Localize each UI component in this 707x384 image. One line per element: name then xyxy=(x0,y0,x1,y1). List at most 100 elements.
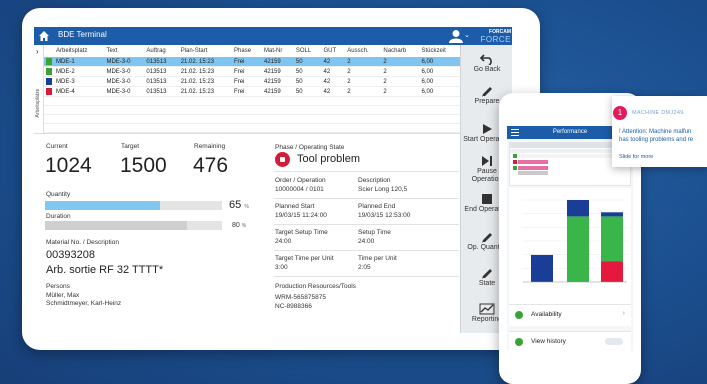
column-header[interactable]: Plan-Start xyxy=(179,45,232,57)
table-cell xyxy=(232,123,263,134)
table-cell xyxy=(104,105,145,116)
table-row[interactable]: MDE-1 MDE-3-0 013513 21.02. 15:23 Frei 42159 5… xyxy=(44,57,460,68)
setup-time-value: 24:00 xyxy=(358,238,375,245)
column-header[interactable]: GUT xyxy=(321,45,345,57)
time-per-unit-label: Time per Unit xyxy=(358,255,397,262)
notification-message: ! Attention: Machine malfun has tooling … xyxy=(619,129,694,143)
title-bar: BDE Terminal ⌄ FORCAM FORCE xyxy=(34,27,512,45)
table-cell xyxy=(293,123,322,134)
table-cell: 21.02. 15:23 xyxy=(178,66,233,78)
column-header[interactable]: Auftrag xyxy=(144,45,178,57)
order-value: 10000004 / 0101 xyxy=(275,186,324,193)
table-cell: MDE-2 xyxy=(54,66,105,78)
divider xyxy=(274,250,459,251)
material-description: Arb. sortie RF 32 TTTT* xyxy=(46,264,164,276)
table-cell: 2 xyxy=(381,86,420,98)
chart-bar-green xyxy=(601,216,623,262)
table-cell xyxy=(262,123,294,134)
column-header[interactable]: Mat-Nr xyxy=(262,45,294,57)
column-header[interactable]: Aussch. xyxy=(345,45,381,57)
table-cell xyxy=(54,96,105,107)
table-cell xyxy=(104,123,145,134)
target-label: Target xyxy=(121,143,140,150)
availability-row[interactable]: Availability › xyxy=(509,304,631,326)
table-cell: 50 xyxy=(293,57,322,68)
performance-chart-svg xyxy=(523,199,627,283)
table-cell xyxy=(293,96,322,107)
phase-label: Phase / Operating State xyxy=(275,144,345,151)
tablet-screen: BDE Terminal ⌄ FORCAM FORCE › Arbeitsplä… xyxy=(34,27,512,333)
table-row[interactable]: MDE-3 MDE-3-0 013513 21.02. 15:23 Frei 42159 5… xyxy=(44,76,460,88)
table-cell: 6,00 xyxy=(419,66,460,78)
availability-status-icon xyxy=(515,311,523,319)
history-toggle[interactable] xyxy=(605,338,623,345)
column-header[interactable]: Nacharb xyxy=(381,45,419,57)
user-icon[interactable] xyxy=(448,29,464,43)
planned-start-label: Planned Start xyxy=(275,203,315,210)
table-cell xyxy=(419,96,460,107)
status-swatch xyxy=(46,88,52,96)
table-cell: 2 xyxy=(381,57,420,68)
table-cell: 50 xyxy=(293,86,322,98)
workplace-side-tab[interactable]: › Arbeitsplätze xyxy=(34,45,44,134)
table-cell: Frei xyxy=(232,86,263,98)
duration-bar-fill xyxy=(45,221,187,230)
column-header[interactable]: Stückzeit xyxy=(420,45,461,57)
table-cell: 2 xyxy=(345,66,382,78)
table-cell xyxy=(321,123,346,134)
table-cell xyxy=(262,114,294,125)
table-cell: Frei xyxy=(232,57,263,68)
table-cell xyxy=(144,114,179,125)
remaining-value: 476 xyxy=(193,154,229,177)
setup-time-label: Setup Time xyxy=(358,229,391,236)
resources-label: Production Resources/Tools xyxy=(275,283,356,290)
order-label: Order / Operation xyxy=(275,177,326,184)
command-go-back[interactable]: Go Back xyxy=(461,53,512,74)
quantity-percent: 65 % xyxy=(229,199,249,211)
column-header[interactable]: Phase xyxy=(232,45,262,57)
quantity-bar xyxy=(45,201,222,210)
notification-card[interactable]: 1 MACHINE DMJ249 ! Attention: Machine ma… xyxy=(612,96,707,167)
column-header[interactable]: Arbeitsplatz xyxy=(54,45,104,57)
table-cell: 42 xyxy=(321,57,346,68)
table-cell: MDE-3-0 xyxy=(104,66,145,78)
table-cell xyxy=(44,114,54,125)
column-header[interactable]: Text xyxy=(104,45,144,57)
chevron-right-icon[interactable]: › xyxy=(623,310,625,317)
performance-chart xyxy=(509,188,631,304)
table-cell xyxy=(321,114,346,125)
table-cell xyxy=(54,123,105,134)
target-setup-value: 24:00 xyxy=(275,238,292,245)
table-cell xyxy=(44,96,54,107)
duration-label: Duration xyxy=(46,213,71,220)
table-cell: MDE-3-0 xyxy=(104,86,145,98)
home-icon[interactable] xyxy=(38,30,50,42)
table-cell: 2 xyxy=(345,86,382,98)
status-swatch xyxy=(46,68,52,76)
table-cell xyxy=(144,96,179,107)
notification-more-link[interactable]: Slide for more xyxy=(619,154,653,160)
table-row[interactable]: MDE-4 MDE-3-0 013513 21.02. 15:23 Frei 42159 5… xyxy=(44,86,460,98)
current-value: 1024 xyxy=(45,154,92,177)
table-cell: MDE-3 xyxy=(54,76,105,88)
app-title: BDE Terminal xyxy=(58,30,107,39)
table-cell: 21.02. 15:23 xyxy=(178,86,233,98)
table-cell xyxy=(293,105,322,116)
chevron-down-icon[interactable]: ⌄ xyxy=(464,31,470,39)
table-cell xyxy=(144,123,179,134)
time-per-unit-value: 2:05 xyxy=(358,264,371,271)
chart-bar-red xyxy=(601,261,623,282)
table-cell xyxy=(345,96,382,107)
table-cell: 013513 xyxy=(144,76,179,88)
table-cell xyxy=(178,123,233,134)
table-cell: 2 xyxy=(345,57,382,68)
resource-value: NC-8988366 xyxy=(275,303,312,310)
expand-arrow-icon[interactable]: › xyxy=(36,47,39,56)
table-cell: MDE-4 xyxy=(54,86,105,98)
quantity-bar-fill xyxy=(45,201,161,210)
history-row[interactable]: View history xyxy=(509,331,631,351)
column-header[interactable]: SOLL xyxy=(294,45,322,57)
table-cell xyxy=(345,114,382,125)
table-row[interactable]: MDE-2 MDE-3-0 013513 21.02. 15:23 Frei 42159 5… xyxy=(44,66,460,78)
table-cell: 42159 xyxy=(262,57,294,68)
